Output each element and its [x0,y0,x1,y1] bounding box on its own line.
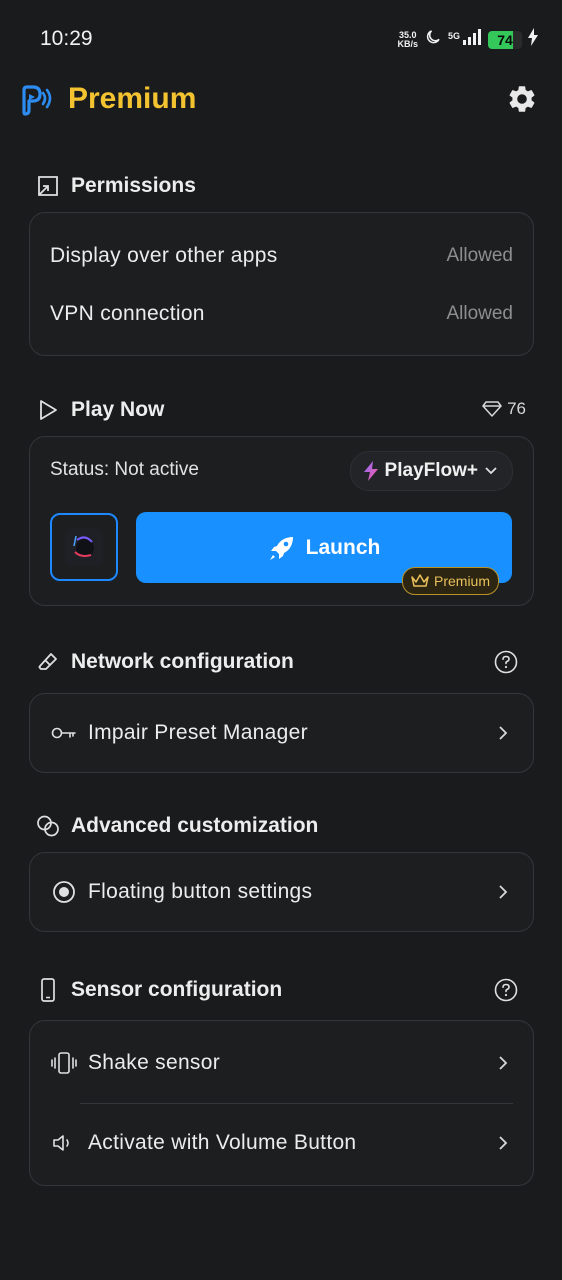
status-icons: 35.0 KB/s 5G 74 [397,28,538,51]
permissions-header: Permissions [36,169,196,203]
premium-badge: Premium [402,567,500,595]
play-icon [36,398,60,422]
radio-dot-icon [50,878,78,906]
permission-row: Display over other apps Allowed [50,241,513,271]
chevron-right-icon [493,723,513,743]
gear-icon [509,86,535,112]
section-title: Play Now [71,398,165,421]
network-config-header: Network configuration [36,645,294,679]
advanced-customization-card: Floating button settings [29,852,534,932]
nav-label: Impair Preset Manager [88,721,308,744]
section-title: Advanced customization [71,814,319,837]
chevron-right-icon [493,1133,513,1153]
sensor-config-header: Sensor configuration [36,973,282,1007]
signal-icon [462,28,482,51]
crown-icon [411,574,429,587]
permission-status: Allowed [446,303,513,324]
app-logo-icon [20,84,54,123]
settings-button[interactable] [506,83,538,120]
engine-select[interactable]: PlayFlow+ [349,451,513,491]
section-title: Network configuration [71,650,294,673]
section-title: Sensor configuration [71,978,283,1001]
permission-icon [36,174,60,198]
network-help-button[interactable] [494,650,518,679]
rocket-icon [269,536,293,560]
volume-button-row[interactable]: Activate with Volume Button [50,1123,513,1163]
sensor-help-button[interactable] [494,978,518,1007]
chevron-right-icon [493,1053,513,1073]
moon-icon [424,28,442,51]
nav-label: Shake sensor [88,1051,221,1074]
permission-row: VPN connection Allowed [50,299,513,329]
network-config-card: Impair Preset Manager [29,693,534,773]
gem-balance: 76 [482,399,526,419]
launch-label: Launch [305,535,381,559]
engine-label: PlayFlow+ [384,460,478,481]
permissions-card: Display over other apps Allowed VPN conn… [29,212,534,356]
chevron-down-icon [485,467,497,475]
lightning-icon [363,461,378,481]
sensor-config-card: Shake sensor Activate with Volume Button [29,1020,534,1186]
shake-sensor-row[interactable]: Shake sensor [50,1043,513,1083]
row-divider [80,1103,513,1104]
advanced-customization-header: Advanced customization [36,809,318,843]
game-selector[interactable] [50,513,118,581]
app-header: Premium [20,80,542,120]
permission-label: VPN connection [50,302,205,325]
battery-icon: 74 [488,30,522,49]
app-title: Premium [68,82,197,115]
phone-icon [36,978,60,1002]
permission-label: Display over other apps [50,244,278,267]
connection-status: Status: Not active [50,459,199,480]
eraser-icon [36,650,60,674]
volume-icon [50,1129,78,1157]
status-bar: 10:29 35.0 KB/s 5G 74 [0,0,562,80]
status-time: 10:29 [40,27,93,50]
network-type: 5G [447,30,460,41]
key-icon [50,719,78,747]
overlap-circles-icon [36,814,60,838]
help-icon [494,978,518,1002]
permission-status: Allowed [446,245,513,266]
impair-preset-manager-row[interactable]: Impair Preset Manager [50,713,513,753]
gem-count: 76 [507,399,526,418]
nav-label: Floating button settings [88,880,313,903]
help-icon [494,650,518,674]
play-now-card: Status: Not active PlayFlow+ Launch Prem… [29,436,534,606]
play-now-header: Play Now [36,393,164,427]
charging-icon [528,28,538,51]
floating-button-settings-row[interactable]: Floating button settings [50,872,513,912]
nav-label: Activate with Volume Button [88,1131,357,1154]
chevron-right-icon [493,882,513,902]
premium-badge-label: Premium [434,573,491,589]
network-speed: 35.0 KB/s [397,29,418,49]
section-title: Permissions [71,174,196,197]
vibrate-phone-icon [50,1049,78,1077]
battery-level: 74 [497,31,513,48]
game-thumbnail [65,528,103,566]
diamond-icon [482,401,502,417]
